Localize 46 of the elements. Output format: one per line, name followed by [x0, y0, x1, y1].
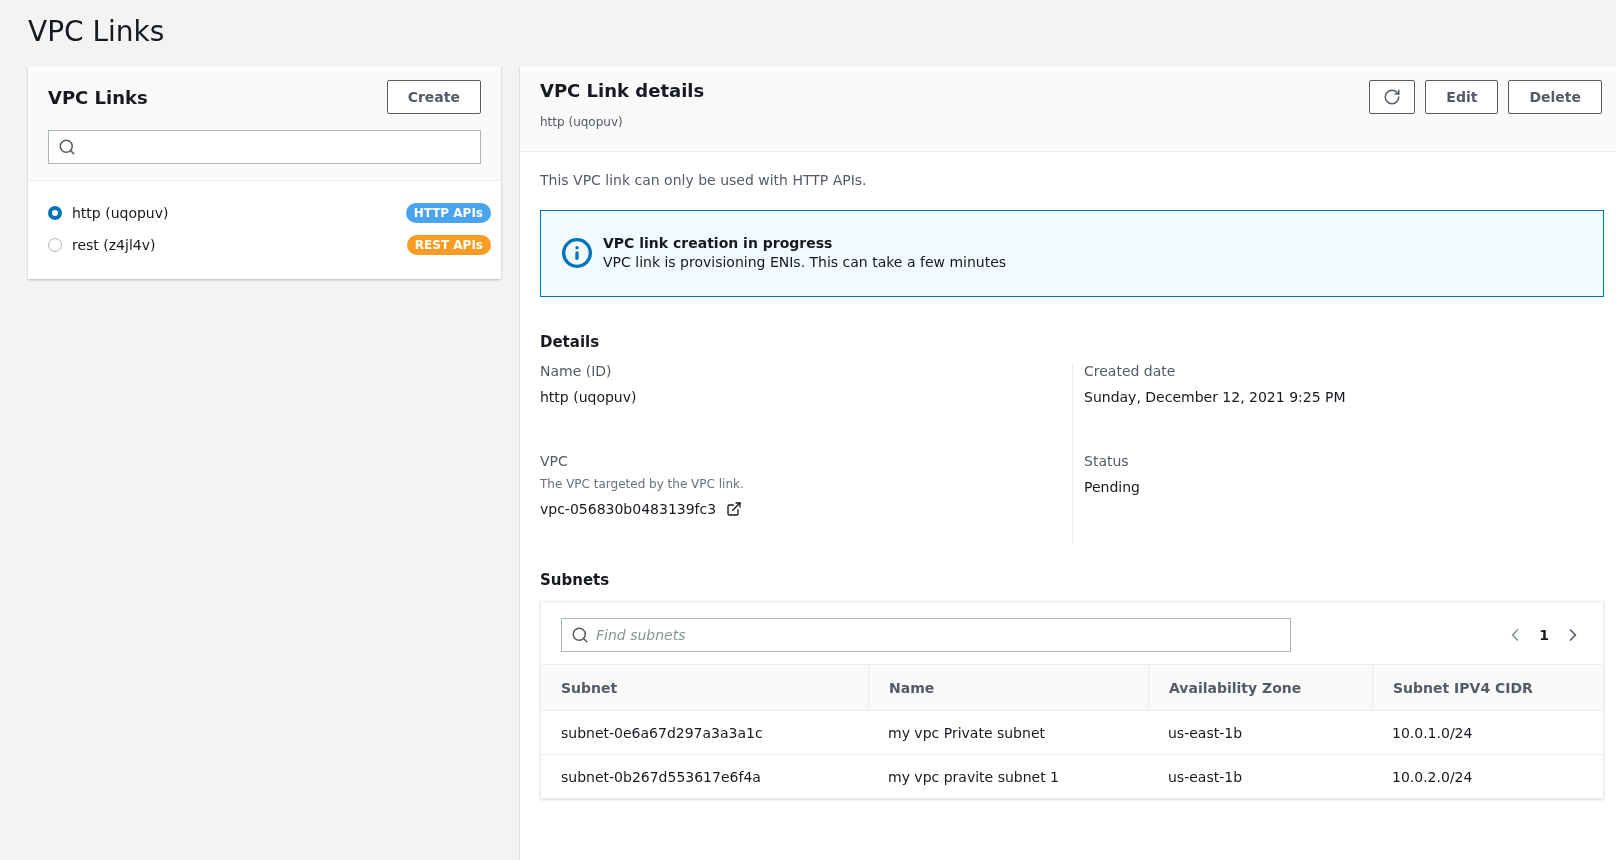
table-cell-text: 10.0.2.0/24: [1391, 767, 1474, 787]
field-label: Status: [1084, 453, 1130, 469]
table-cell-text: us-east-1b: [1167, 767, 1244, 787]
refresh-icon: [1383, 88, 1402, 106]
alert-message: VPC link is provisioning ENIs. This can take a few minutes: [603, 254, 1007, 270]
field-description: The VPC targeted by the VPC link.: [540, 477, 745, 491]
section-heading: Subnets: [540, 571, 611, 589]
search-icon: [571, 626, 589, 644]
search-field[interactable]: Find subnets: [561, 618, 1291, 652]
link-option[interactable]: rest (z4jl4v): [48, 237, 156, 253]
section-heading: Details: [540, 333, 601, 351]
column-header[interactable]: Subnet: [541, 665, 868, 710]
info-icon: [561, 236, 593, 269]
field-label: VPC: [540, 453, 569, 469]
page-number[interactable]: 1: [1539, 627, 1549, 643]
search-icon: [58, 138, 76, 156]
action-button[interactable]: Delete: [1508, 80, 1602, 114]
link-label: rest (z4jl4v): [72, 237, 156, 253]
panel-title: VPC Links: [48, 86, 148, 108]
page-title: VPC Links: [28, 14, 166, 50]
table-cell-text: subnet-0b267d553617e6f4a: [560, 767, 762, 787]
table-cell-text: us-east-1b: [1167, 723, 1244, 743]
table-cell-text: my vpc pravite subnet 1: [887, 767, 1061, 787]
alert-title: VPC link creation in progress: [603, 235, 834, 251]
create-button[interactable]: Create: [386, 80, 481, 114]
action-button[interactable]: Edit: [1425, 80, 1499, 114]
link-label: http (uqopuv): [72, 205, 169, 221]
usage-note: This VPC link can only be used with HTTP APIs.: [540, 172, 868, 188]
table-cell-text: my vpc Private subnet: [887, 723, 1046, 743]
field-label: Created date: [1084, 363, 1177, 379]
api-type-badge: REST APIs: [406, 235, 491, 255]
field-label: Name (ID): [540, 363, 613, 379]
search-field[interactable]: [48, 130, 481, 164]
field-value: vpc-056830b0483139fc3: [540, 501, 717, 517]
refresh-button[interactable]: [1369, 80, 1416, 114]
field-value: http (uqopuv): [540, 389, 637, 405]
field-value: Pending: [1084, 479, 1140, 495]
field-value: Sunday, December 12, 2021 9:25 PM: [1084, 389, 1346, 405]
external-link-icon[interactable]: [726, 501, 743, 517]
table-cell-text: 10.0.1.0/24: [1391, 723, 1474, 743]
radio-button[interactable]: [48, 206, 62, 220]
api-type-badge: HTTP APIs: [405, 203, 491, 223]
details-title: VPC Link details: [540, 80, 705, 101]
link-option[interactable]: http (uqopuv): [48, 205, 169, 221]
details-subtitle: http (uqopuv): [540, 115, 624, 129]
table-cell-text: subnet-0e6a67d297a3a3a1c: [560, 723, 764, 743]
